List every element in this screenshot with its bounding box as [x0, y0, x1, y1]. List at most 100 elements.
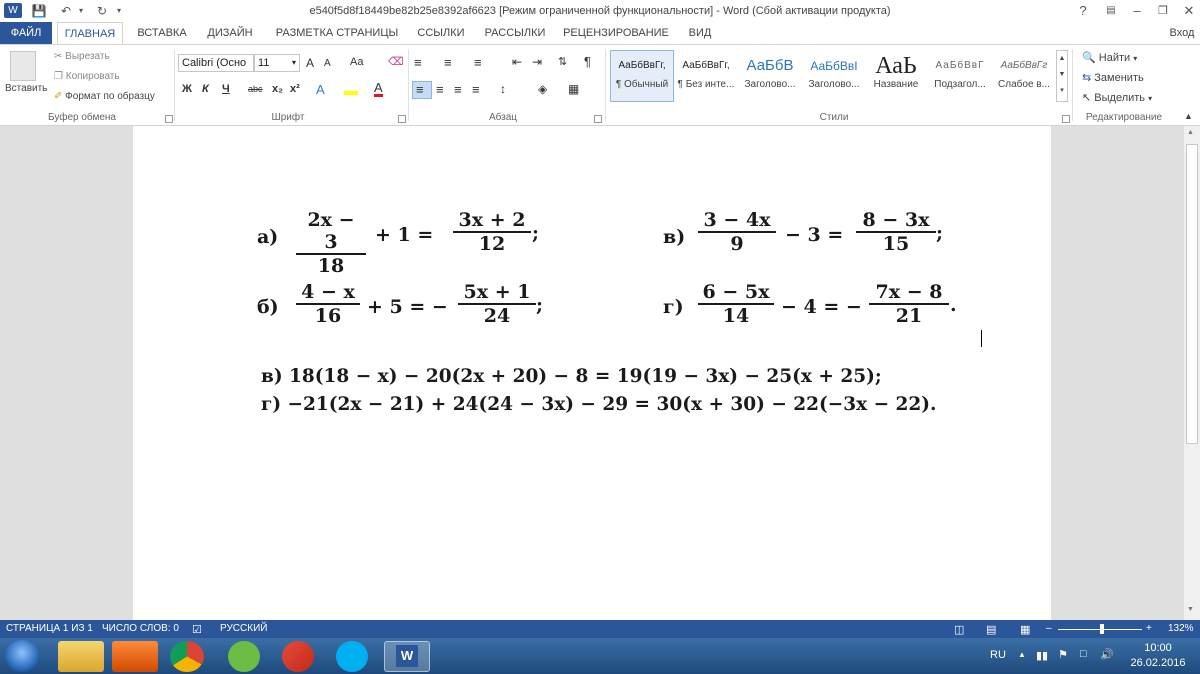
select-button[interactable]: ↖ Выделить ▾	[1082, 91, 1152, 104]
multilevel-list-icon[interactable]: ≡	[474, 55, 482, 70]
align-center-icon[interactable]: ≡	[436, 82, 444, 97]
tab-references[interactable]: ССЫЛКИ	[410, 22, 472, 44]
decrease-indent-icon[interactable]: ⇤	[512, 55, 522, 69]
highlight-icon[interactable]	[344, 85, 358, 95]
minimize-button[interactable]: –	[1124, 2, 1150, 20]
network-icon[interactable]: ▮▮	[1036, 649, 1048, 662]
clock-time[interactable]: 10:00	[1128, 642, 1188, 654]
collapse-ribbon-icon[interactable]: ▲	[1184, 111, 1193, 121]
tab-view[interactable]: ВИД	[680, 22, 720, 44]
font-size-field[interactable]: 11 ▾	[254, 54, 300, 72]
style-heading-2[interactable]: АаБбВвI Заголово...	[804, 51, 864, 101]
tab-insert[interactable]: ВСТАВКА	[130, 22, 194, 44]
skype-icon[interactable]	[336, 641, 368, 672]
paragraph-launcher-icon[interactable]	[594, 115, 602, 123]
tab-review[interactable]: РЕЦЕНЗИРОВАНИЕ	[560, 22, 672, 44]
shading-icon[interactable]: ◈	[538, 82, 547, 96]
zoom-slider-thumb[interactable]	[1100, 624, 1104, 634]
styles-launcher-icon[interactable]	[1062, 115, 1070, 123]
numbering-icon[interactable]: ≡	[444, 55, 452, 70]
borders-icon[interactable]: ▦	[568, 82, 579, 96]
print-layout-icon[interactable]: ▤	[986, 623, 996, 636]
clock-date[interactable]: 26.02.2016	[1128, 657, 1188, 669]
style-subtitle[interactable]: АаБбВвГ Подзагол...	[930, 51, 990, 101]
equation-line-v: в) 18(18 − x) − 20(2x + 20) − 8 = 19(19 …	[261, 366, 882, 387]
zoom-in-icon[interactable]: +	[1146, 623, 1152, 634]
web-layout-icon[interactable]: ▦	[1020, 623, 1030, 636]
page-count[interactable]: СТРАНИЦА 1 ИЗ 1	[6, 623, 93, 634]
word-count[interactable]: ЧИСЛО СЛОВ: 0	[102, 623, 179, 634]
paste-button[interactable]: Вставить	[5, 83, 47, 94]
style-normal[interactable]: АаБбВвГг, ¶ Обычный	[612, 51, 672, 101]
styles-scroll[interactable]: ▲ ▼ ▾	[1056, 50, 1068, 102]
sign-in-link[interactable]: Вход	[1164, 22, 1200, 44]
tab-file[interactable]: ФАЙЛ	[0, 22, 52, 44]
start-button[interactable]	[5, 640, 39, 672]
style-subtle-emphasis[interactable]: АаБбВвГг Слабое в...	[994, 51, 1054, 101]
grow-font-button[interactable]: A	[306, 56, 314, 70]
style-no-spacing[interactable]: АаБбВвГг, ¶ Без инте...	[676, 51, 736, 101]
bold-button[interactable]: Ж	[182, 83, 192, 95]
tab-mailings[interactable]: РАССЫЛКИ	[478, 22, 552, 44]
find-button[interactable]: 🔍 Найти ▾	[1082, 51, 1137, 64]
align-right-icon[interactable]: ≡	[454, 82, 462, 97]
style-title[interactable]: АаЬ Название	[866, 51, 926, 101]
increase-indent-icon[interactable]: ⇥	[532, 55, 542, 69]
clipboard-launcher-icon[interactable]	[165, 115, 173, 123]
line-spacing-icon[interactable]: ↕	[500, 82, 506, 96]
font-name-field[interactable]: Calibri (Осно	[178, 54, 254, 72]
help-button[interactable]: ?	[1070, 2, 1096, 20]
utorrent-icon[interactable]	[228, 641, 260, 672]
sort-icon[interactable]: ⇅	[558, 55, 567, 68]
proofing-icon[interactable]: ☑	[192, 623, 202, 636]
format-painter-button[interactable]: ✐ Формат по образцу	[54, 91, 155, 102]
italic-button[interactable]: К	[202, 83, 209, 95]
text-effects-icon[interactable]: A	[316, 82, 325, 97]
explorer-icon[interactable]	[58, 641, 104, 672]
ribbon-tabs: ФАЙЛ ГЛАВНАЯ ВСТАВКА ДИЗАЙН РАЗМЕТКА СТР…	[0, 22, 1200, 45]
clear-formatting-icon[interactable]: ⌫	[388, 55, 404, 68]
power-icon[interactable]: □	[1080, 648, 1087, 660]
scroll-up-icon[interactable]: ▲	[1187, 129, 1194, 136]
media-player-icon[interactable]	[112, 641, 158, 672]
show-marks-button[interactable]: ¶	[584, 54, 591, 69]
denominator: 18	[317, 255, 345, 277]
zoom-out-icon[interactable]: –	[1046, 623, 1052, 634]
input-language[interactable]: RU	[990, 649, 1006, 661]
action-center-icon[interactable]: ⚑	[1058, 648, 1068, 661]
restore-button[interactable]: ❐	[1150, 2, 1176, 20]
ccleaner-icon[interactable]	[282, 641, 314, 672]
superscript-button[interactable]: x²	[290, 83, 300, 95]
copy-button[interactable]: ❐ Копировать	[54, 71, 120, 82]
chrome-icon[interactable]	[170, 641, 204, 672]
read-mode-icon[interactable]: ◫	[954, 623, 964, 636]
document-page[interactable]: а) 2x − 3 18 + 1 = 3x + 2 12 ; в) 3 − 4x 9 …	[133, 126, 1051, 620]
tab-design[interactable]: ДИЗАЙН	[200, 22, 260, 44]
scroll-down-icon[interactable]: ▼	[1187, 606, 1194, 613]
ribbon-display-options-icon[interactable]: ▤	[1098, 2, 1124, 20]
close-button[interactable]: ✕	[1176, 2, 1200, 20]
tab-layout[interactable]: РАЗМЕТКА СТРАНИЦЫ	[268, 22, 406, 44]
font-color-icon[interactable]: A	[374, 81, 383, 97]
show-hidden-icons-icon[interactable]: ▲	[1018, 650, 1026, 659]
strikethrough-button[interactable]: abc	[248, 84, 263, 94]
font-launcher-icon[interactable]	[398, 115, 406, 123]
language-indicator[interactable]: РУССКИЙ	[220, 623, 267, 634]
style-heading-1[interactable]: АаБбВ Заголово...	[740, 51, 800, 101]
justify-icon[interactable]: ≡	[472, 82, 480, 97]
group-divider	[408, 49, 409, 121]
underline-button[interactable]: Ч	[222, 83, 230, 95]
cut-button[interactable]: ✂ Вырезать	[54, 51, 110, 62]
shrink-font-button[interactable]: A	[324, 58, 331, 69]
eq-a-end: ;	[532, 222, 540, 244]
subscript-button[interactable]: x₂	[272, 83, 283, 95]
change-case-button[interactable]: Aa	[350, 56, 363, 68]
zoom-level[interactable]: 132%	[1168, 623, 1194, 634]
bullets-icon[interactable]: ≡	[414, 55, 422, 70]
paste-icon[interactable]	[10, 51, 36, 81]
vertical-scrollbar[interactable]: ▲ ▼	[1183, 126, 1200, 620]
scrollbar-thumb[interactable]	[1186, 144, 1198, 444]
tab-home[interactable]: ГЛАВНАЯ	[57, 22, 123, 45]
volume-icon[interactable]: 🔊	[1100, 648, 1114, 661]
replace-button[interactable]: ⇆ Заменить	[1082, 71, 1144, 84]
